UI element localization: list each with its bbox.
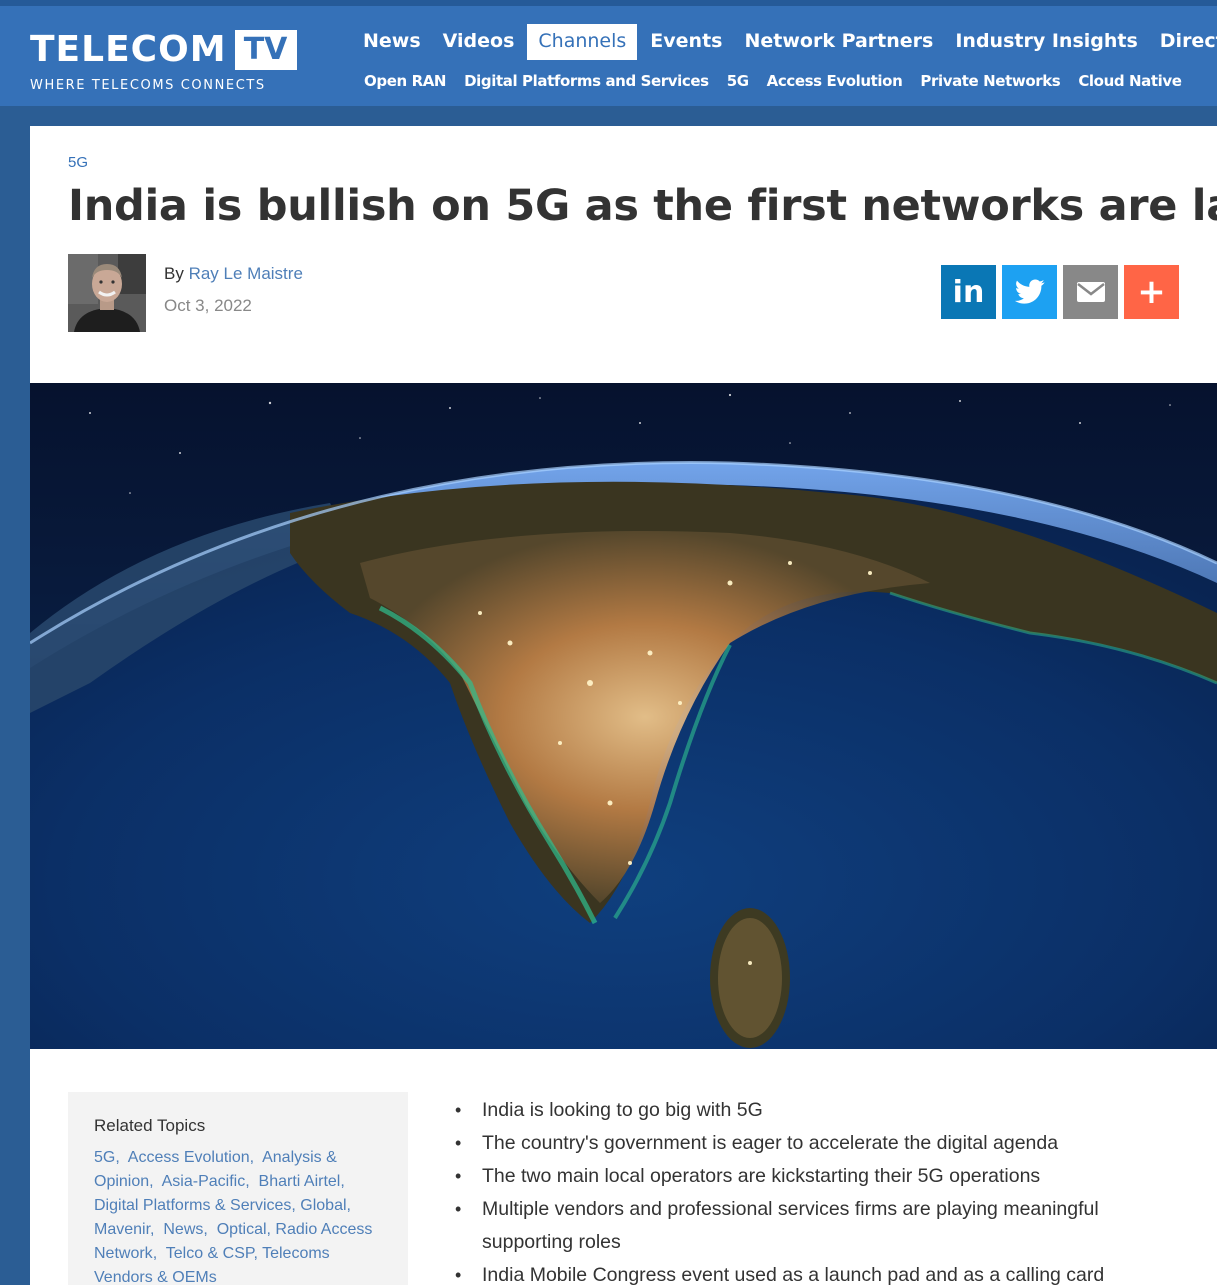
article-summary-list: India is looking to go big with 5G The c… [455,1094,1195,1285]
site-header: TELECOM TV WHERE TELECOMS CONNECTS News … [0,0,1217,106]
hero-image-india-at-night [30,383,1217,1049]
linkedin-icon: in [952,274,985,310]
summary-bullet: India Mobile Congress event used as a la… [455,1259,1195,1285]
header-band [0,106,1217,126]
nav-videos[interactable]: Videos [432,24,526,60]
subnav-open-ran[interactable]: Open RAN [355,70,455,92]
channels-subnav: Open RAN Digital Platforms and Services … [355,70,1191,92]
summary-bullet: India is looking to go big with 5G [455,1094,1195,1127]
summary-bullet: The two main local operators are kicksta… [455,1160,1195,1193]
byline: By Ray Le Maistre [164,264,303,284]
topic-tag[interactable]: Global [300,1197,346,1214]
topic-tag[interactable]: Asia-Pacific [162,1173,246,1190]
related-topics: Related Topics 5G, Access Evolution, Ana… [68,1092,408,1285]
share-buttons: in + [941,265,1179,319]
twitter-icon [1014,279,1044,304]
author-link[interactable]: Ray Le Maistre [189,264,303,283]
nav-industry-insights[interactable]: Industry Insights [944,24,1148,60]
article-category-link[interactable]: 5G [68,154,88,171]
topic-tag[interactable]: Digital Platforms & Services [94,1197,291,1214]
author-portrait-image [68,254,146,332]
article-title: India is bullish on 5G as the first netw… [68,181,1217,231]
share-more-button[interactable]: + [1124,265,1179,319]
related-topics-list: 5G, Access Evolution, Analysis & Opinion… [94,1149,373,1285]
nav-events[interactable]: Events [639,24,733,60]
related-topics-heading: Related Topics [94,1116,206,1135]
subnav-cloud-native[interactable]: Cloud Native [1069,70,1190,92]
author-avatar[interactable] [68,254,146,332]
plus-icon: + [1137,272,1166,312]
logo-tagline: WHERE TELECOMS CONNECTS [30,78,266,93]
subnav-digital-platforms[interactable]: Digital Platforms and Services [455,70,718,92]
topic-tag[interactable]: Access Evolution [128,1149,250,1166]
nav-news[interactable]: News [352,24,432,60]
topic-tag[interactable]: Optical [217,1221,267,1238]
share-linkedin-button[interactable]: in [941,265,996,319]
topic-tag[interactable]: 5G [94,1149,115,1166]
logo-badge: TV [234,30,297,70]
byline-prefix: By [164,264,184,283]
logo-wordmark: TELECOM TV [30,28,297,72]
email-icon [1076,282,1105,302]
share-email-button[interactable] [1063,265,1118,319]
article-container: 5G India is bullish on 5G as the first n… [30,126,1217,1285]
topic-tag[interactable]: Bharti Airtel [259,1173,341,1190]
telecomtv-logo[interactable]: TELECOM TV WHERE TELECOMS CONNECTS [30,28,297,93]
primary-nav: News Videos Channels Events Network Part… [352,24,1217,60]
topic-tag[interactable]: Telco & CSP [166,1245,254,1262]
nav-channels[interactable]: Channels [527,24,638,60]
logo-text: TELECOM [30,29,227,70]
subnav-private-networks[interactable]: Private Networks [911,70,1069,92]
topic-tag[interactable]: News [163,1221,203,1238]
subnav-access-evolution[interactable]: Access Evolution [758,70,912,92]
share-twitter-button[interactable] [1002,265,1057,319]
summary-bullet: Multiple vendors and professional servic… [455,1193,1195,1259]
subnav-5g[interactable]: 5G [718,70,758,92]
topic-tag[interactable]: Mavenir [94,1221,150,1238]
nav-director[interactable]: Director [1149,24,1217,60]
publish-date: Oct 3, 2022 [164,296,252,315]
summary-bullet: The country's government is eager to acc… [455,1127,1195,1160]
nav-network-partners[interactable]: Network Partners [733,24,944,60]
earth-night-image [30,383,1217,1049]
